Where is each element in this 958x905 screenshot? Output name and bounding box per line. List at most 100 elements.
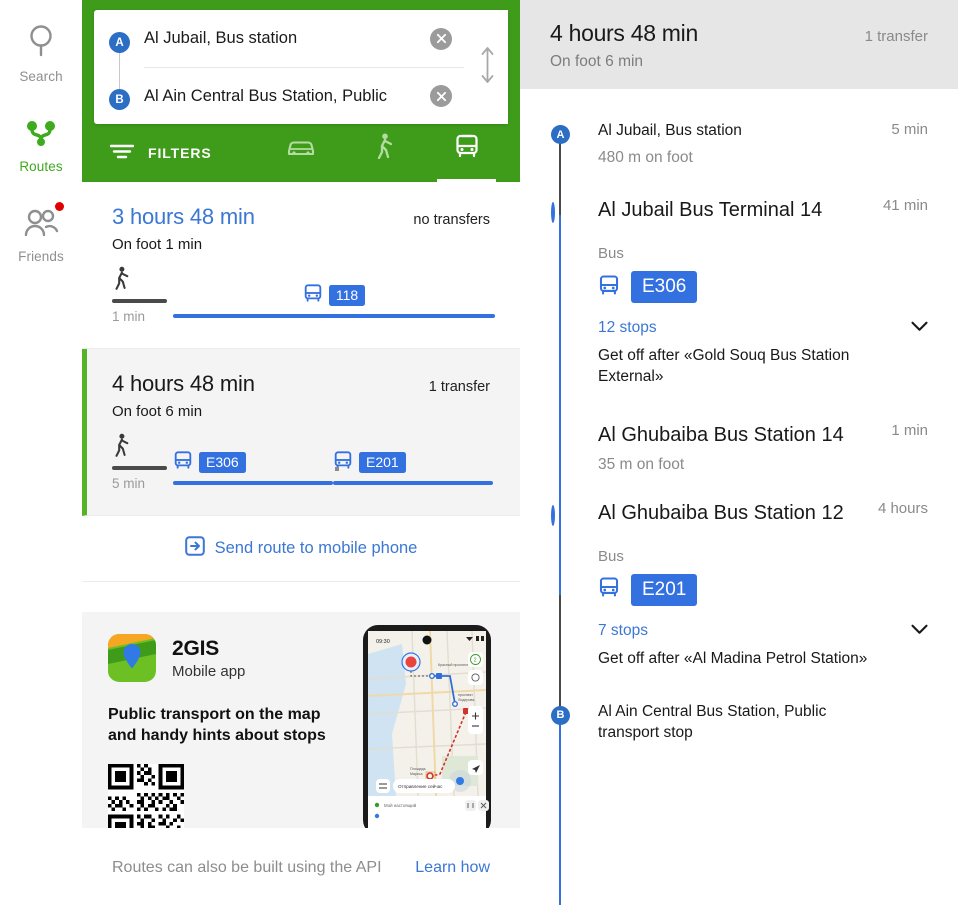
- qr-code: [108, 764, 184, 828]
- stop-ring-marker: [551, 201, 555, 223]
- step-time: 1 min: [891, 422, 928, 440]
- sidebar-item-search[interactable]: Search: [0, 14, 82, 90]
- route-transfers: no transfers: [413, 212, 490, 228]
- segment-bar: [173, 481, 333, 485]
- timeline-marker-stop: [551, 504, 555, 526]
- stops-count-link[interactable]: 7 stops: [598, 622, 648, 640]
- route-number-badge: E201: [359, 451, 406, 473]
- segment-bus: E201: [333, 449, 493, 491]
- segment-icon-row: E306: [173, 449, 333, 475]
- itinerary-transfers: 1 transfer: [864, 28, 928, 45]
- leg-mode-label: Bus: [598, 245, 624, 263]
- origin-field-row: [144, 10, 464, 67]
- step-header: Al Ain Central Bus Station, Public trans…: [598, 702, 928, 744]
- clear-destination-icon[interactable]: [430, 85, 452, 107]
- segment-walk: 5 min: [112, 433, 167, 491]
- clear-origin-icon[interactable]: [430, 27, 452, 50]
- destination-input[interactable]: [144, 86, 430, 106]
- tab-car[interactable]: [259, 124, 342, 182]
- 2gis-logo-icon: [108, 634, 156, 682]
- svg-text:Отправление сейчас: Отправление сейчас: [398, 783, 443, 789]
- stops-row[interactable]: 12 stops: [598, 319, 928, 337]
- pedestrian-icon: [374, 133, 394, 164]
- leg-info: Bus E201 7 stops Get off after «Al Madin…: [598, 548, 928, 670]
- send-route-to-phone-button[interactable]: Send route to mobile phone: [82, 516, 520, 582]
- step-header: Al Jubail, Bus station 5 min: [598, 121, 928, 142]
- sidebar-item-label: Friends: [18, 249, 64, 264]
- filters-label[interactable]: FILTERS: [148, 145, 212, 161]
- notification-badge: [55, 202, 64, 211]
- learn-how-link[interactable]: Learn how: [415, 859, 490, 877]
- itinerary-on-foot: On foot 6 min: [550, 53, 644, 70]
- filters-bar: FILTERS: [94, 124, 508, 182]
- route-results-list: 3 hours 48 min no transfers On foot 1 mi…: [82, 182, 520, 905]
- segment-icon-row: [112, 266, 167, 295]
- route-on-foot: On foot 6 min: [112, 403, 203, 420]
- swap-endpoints-button[interactable]: [466, 10, 508, 124]
- mobile-app-promo[interactable]: 2GIS Mobile app Public transport on the …: [82, 612, 520, 828]
- svg-text:Лидерова: Лидерова: [458, 698, 474, 702]
- step-title: Al Ghubaiba Bus Station 14: [598, 424, 844, 447]
- stops-count-link[interactable]: 12 stops: [598, 319, 657, 337]
- share-to-phone-icon: [184, 536, 205, 561]
- leg-route-row: E306: [598, 271, 928, 304]
- svg-text:Мой настоящий: Мой настоящий: [384, 803, 417, 808]
- destination-marker: B: [109, 89, 130, 110]
- routes-panel: A B Al Jubail, Bus station Al Ain Centra…: [82, 0, 520, 905]
- route-number-badge[interactable]: E201: [631, 573, 698, 606]
- tab-walk[interactable]: [342, 124, 425, 182]
- sidebar-item-routes[interactable]: Routes: [0, 108, 82, 180]
- route-option-card[interactable]: 4 hours 48 min 1 transfer On foot 6 min: [82, 349, 520, 516]
- step-time: 4 hours: [877, 499, 928, 517]
- origin-marker: A: [551, 125, 570, 144]
- promo-subtitle: Mobile app: [172, 662, 246, 680]
- filter-icon[interactable]: [109, 143, 135, 164]
- destination-marker: B: [551, 705, 570, 725]
- origin-marker: A: [109, 32, 130, 53]
- app-root: Search Routes Friends A B Al Jubail, Bus…: [0, 0, 958, 905]
- svg-text:Красный проспект: Красный проспект: [438, 663, 469, 667]
- svg-text:проспект: проспект: [458, 693, 473, 697]
- step-header: Al Ghubaiba Bus Station 12 4 hours: [598, 500, 928, 526]
- car-icon: [286, 137, 316, 164]
- bus-icon: [598, 274, 620, 301]
- step-time: 5 min: [891, 121, 928, 138]
- routes-icon: [24, 118, 58, 153]
- route-option-card[interactable]: 3 hours 48 min no transfers On foot 1 mi…: [82, 182, 520, 349]
- search-fields: [144, 10, 466, 124]
- step-header: Al Ghubaiba Bus Station 14 1 min: [598, 422, 928, 448]
- pedestrian-icon: [112, 433, 130, 462]
- chevron-down-icon[interactable]: [911, 622, 928, 640]
- segment-icon-row: [112, 433, 167, 462]
- chevron-down-icon[interactable]: [911, 319, 928, 337]
- origin-input[interactable]: [144, 29, 430, 48]
- get-off-instruction: Get off after «Gold Souq Bus Station Ext…: [598, 347, 850, 386]
- route-on-foot: On foot 1 min: [112, 236, 203, 253]
- segment-bar: [173, 314, 495, 318]
- segment-walk-time: 1 min: [112, 309, 146, 324]
- sidebar-item-label: Search: [19, 69, 63, 84]
- itinerary-step: B Al Ain Central Bus Station, Public tra…: [520, 670, 958, 744]
- promo-title: 2GIS: [172, 636, 220, 660]
- bus-icon: [454, 133, 480, 164]
- stops-row[interactable]: 7 stops: [598, 622, 928, 640]
- svg-text:09:30: 09:30: [376, 639, 390, 645]
- tab-transit[interactable]: [425, 124, 508, 182]
- segment-bus: 118: [173, 282, 495, 324]
- timeline-marker-destination: B: [551, 705, 570, 725]
- pedestrian-icon: [112, 266, 130, 295]
- route-number-badge[interactable]: E306: [631, 271, 698, 304]
- transport-mode-tabs: [259, 124, 508, 182]
- segment-bar: [112, 299, 167, 303]
- itinerary-header: 4 hours 48 min 1 transfer On foot 6 min: [520, 0, 958, 89]
- segment-walk-time: 5 min: [112, 476, 146, 491]
- segment-bus: E306: [173, 449, 333, 491]
- destination-field-row: [144, 67, 464, 124]
- step-header: Al Jubail Bus Terminal 14 41 min: [598, 197, 928, 223]
- route-duration: 3 hours 48 min: [112, 204, 255, 229]
- sidebar-item-friends[interactable]: Friends: [0, 198, 82, 270]
- itinerary-step: Al Ghubaiba Bus Station 14 1 min 35 m on…: [520, 388, 958, 473]
- timeline-marker-stop: [551, 201, 555, 223]
- bus-icon: [598, 576, 620, 603]
- segment-bar: [112, 466, 167, 470]
